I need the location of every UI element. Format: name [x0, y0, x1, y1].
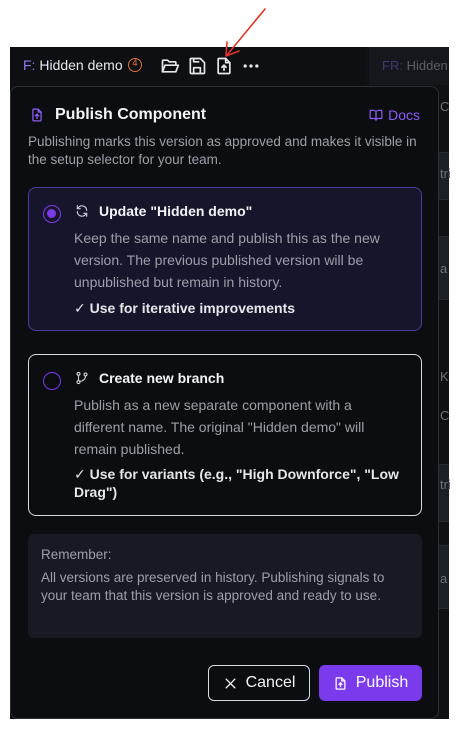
docs-link[interactable]: Docs: [369, 107, 420, 123]
cancel-label: Cancel: [245, 674, 296, 691]
background-text: K: [440, 369, 449, 384]
option-use-case: ✓ Use for variants (e.g., "High Downforc…: [74, 466, 399, 500]
option-title: Create new branch: [99, 370, 225, 386]
background-text: C: [440, 408, 450, 423]
publish-dialog: Publish Component Docs Publishing marks …: [10, 86, 439, 719]
remember-text: All versions are preserved in history. P…: [41, 570, 385, 603]
component-name: Hidden demo: [39, 57, 123, 73]
version-count-badge: 4: [128, 58, 142, 72]
option-description: Publish as a new separate component with…: [74, 397, 365, 457]
publish-label: Publish: [355, 674, 409, 691]
background-text: tri: [440, 166, 451, 181]
file-upload-icon: [335, 676, 346, 690]
background-text: C: [440, 99, 450, 114]
annotation-arrow: [225, 8, 266, 57]
folder-open-icon[interactable]: [160, 56, 180, 76]
remember-note: Remember: All versions are preserved in …: [28, 534, 422, 638]
option-description: Keep the same name and publish this as t…: [74, 230, 380, 290]
save-icon[interactable]: [187, 56, 207, 76]
book-open-icon: [369, 109, 383, 121]
option-create-branch[interactable]: Create new branch Publish as a new separ…: [28, 354, 422, 516]
background-card: [438, 464, 449, 522]
docs-label: Docs: [388, 107, 420, 123]
file-upload-icon: [32, 108, 42, 122]
git-branch-icon: [76, 371, 88, 385]
background-text: a: [440, 571, 448, 586]
cancel-button[interactable]: Cancel: [208, 665, 310, 701]
remember-title: Remember:: [41, 547, 112, 562]
option-use-case: ✓ Use for iterative improvements: [74, 300, 296, 316]
dialog-description: Publishing marks this version as approve…: [28, 134, 417, 167]
background-text: tri: [440, 477, 451, 492]
secondary-component-title[interactable]: FR: Hidden: [382, 58, 448, 73]
option-update-existing[interactable]: Update "Hidden demo" Keep the same name …: [28, 187, 422, 331]
option-title: Update "Hidden demo": [99, 203, 253, 219]
close-icon: [225, 678, 236, 688]
secondary-panel-header: FR: Hidden: [369, 47, 449, 85]
component-prefix: F:: [23, 57, 36, 73]
secondary-name: Hidden: [406, 58, 448, 73]
option-radio-selected[interactable]: [43, 205, 61, 223]
component-title[interactable]: F: Hidden demo: [23, 57, 123, 73]
refresh-icon: [76, 205, 88, 217]
publish-button[interactable]: Publish: [319, 665, 422, 701]
background-text: a: [440, 261, 448, 276]
dialog-title: Publish Component: [55, 106, 207, 123]
option-radio-unselected[interactable]: [43, 372, 61, 390]
secondary-prefix: FR:: [382, 58, 403, 73]
component-toolbar: F: Hidden demo 4: [10, 47, 365, 85]
